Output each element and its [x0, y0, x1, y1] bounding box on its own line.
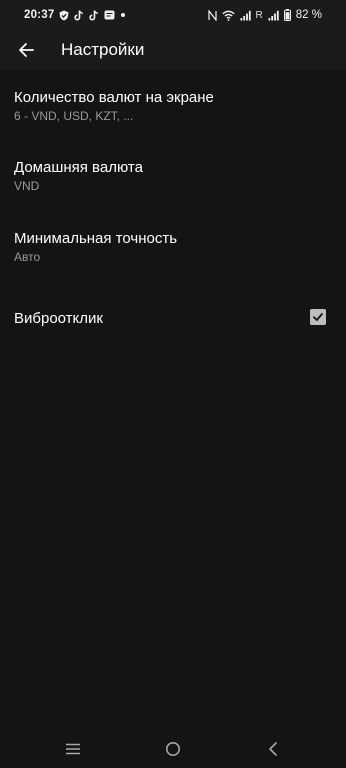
- pref-currency-count[interactable]: Количество валют на экране 6 - VND, USD,…: [0, 70, 346, 140]
- page-title: Настройки: [61, 40, 145, 59]
- arrow-left-icon: [18, 42, 34, 58]
- back-icon: [267, 741, 279, 757]
- nav-back-button[interactable]: [263, 739, 283, 759]
- pref-title: Домашняя валюта: [14, 159, 143, 176]
- dot-icon: [120, 12, 126, 18]
- pref-summary: 6 - VND, USD, KZT, ...: [14, 109, 134, 123]
- battery-percent: 82 %: [295, 9, 322, 21]
- menu-icon: [65, 742, 81, 756]
- vibration-checkbox[interactable]: [310, 309, 326, 325]
- recents-button[interactable]: [63, 739, 83, 759]
- tiktok-icon: [74, 10, 84, 21]
- battery-icon: [283, 9, 291, 21]
- status-time: 20:37: [24, 9, 55, 21]
- status-right: R 82 %: [207, 8, 322, 22]
- pref-min-precision[interactable]: Минимальная точность Авто: [0, 210, 346, 280]
- home-icon: [165, 741, 181, 757]
- tiktok-icon: [89, 10, 99, 21]
- signal-icon: [268, 10, 279, 21]
- pref-title: Виброотклик: [14, 310, 103, 327]
- shield-icon: [59, 10, 69, 21]
- pref-title: Минимальная точность: [14, 230, 178, 247]
- status-left: 20:37: [24, 8, 126, 22]
- pref-vibration[interactable]: Виброотклик: [0, 280, 346, 356]
- signal-icon: [240, 10, 251, 21]
- pref-home-currency[interactable]: Домашняя валюта VND: [0, 140, 346, 210]
- wifi-icon: [221, 10, 235, 21]
- app-bar: Настройки: [0, 30, 346, 70]
- nfc-icon: [207, 9, 217, 21]
- pref-summary: Авто: [14, 250, 41, 264]
- back-button[interactable]: [12, 36, 40, 64]
- roaming-indicator: R: [255, 9, 263, 21]
- pref-title: Количество валют на экране: [14, 89, 214, 106]
- checkmark-icon: [312, 311, 324, 323]
- status-bar: 20:37 R 82 %: [0, 0, 346, 30]
- home-button[interactable]: [163, 739, 183, 759]
- pref-summary: VND: [14, 179, 40, 193]
- message-icon: [104, 10, 115, 20]
- navigation-bar: [0, 730, 346, 768]
